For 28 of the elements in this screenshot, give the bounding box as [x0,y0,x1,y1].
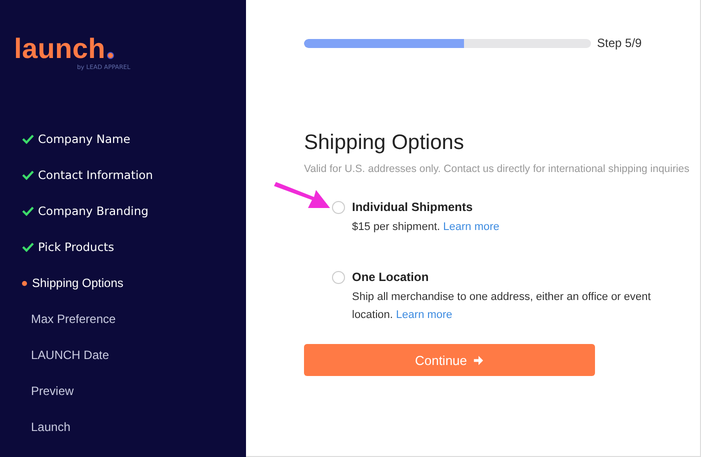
option-description: Ship all merchandise to one address, either an office or event location. Learn more [352,290,652,323]
step-item[interactable]: Launch [14,409,246,445]
step-item[interactable]: Company Name [14,121,246,157]
option-title: One Location [352,269,430,286]
dot-icon [22,280,27,286]
option-description: $15 per shipment. Learn more [352,220,500,235]
step-item[interactable]: Shipping Options [14,265,246,301]
logo-wordmark: launch [14,36,106,62]
radio-button[interactable] [332,201,345,214]
arrow-right-icon [473,354,484,366]
check-icon [22,242,34,252]
page-title: Shipping Options [304,130,465,156]
step-item[interactable]: Contact Information [14,157,246,193]
step-item[interactable]: Preview [14,373,246,409]
step-counter: Step 5/9 [597,36,642,50]
option-title: Individual Shipments [352,199,474,216]
step-item[interactable]: Max Preference [14,301,246,337]
learn-more-link[interactable]: Learn more [443,221,500,233]
step-item[interactable]: Company Branding [14,193,246,229]
dot-icon [108,53,114,58]
check-icon [22,206,34,216]
radio-button[interactable] [332,271,345,284]
learn-more-link[interactable]: Learn more [396,309,452,321]
step-item[interactable]: Pick Products [14,229,246,265]
step-item[interactable]: LAUNCH Date [14,337,246,373]
page-subtitle: Valid for U.S. addresses only. Contact us directly for international shipping inquiries [304,163,690,175]
check-icon [22,134,34,144]
check-icon [22,170,34,180]
